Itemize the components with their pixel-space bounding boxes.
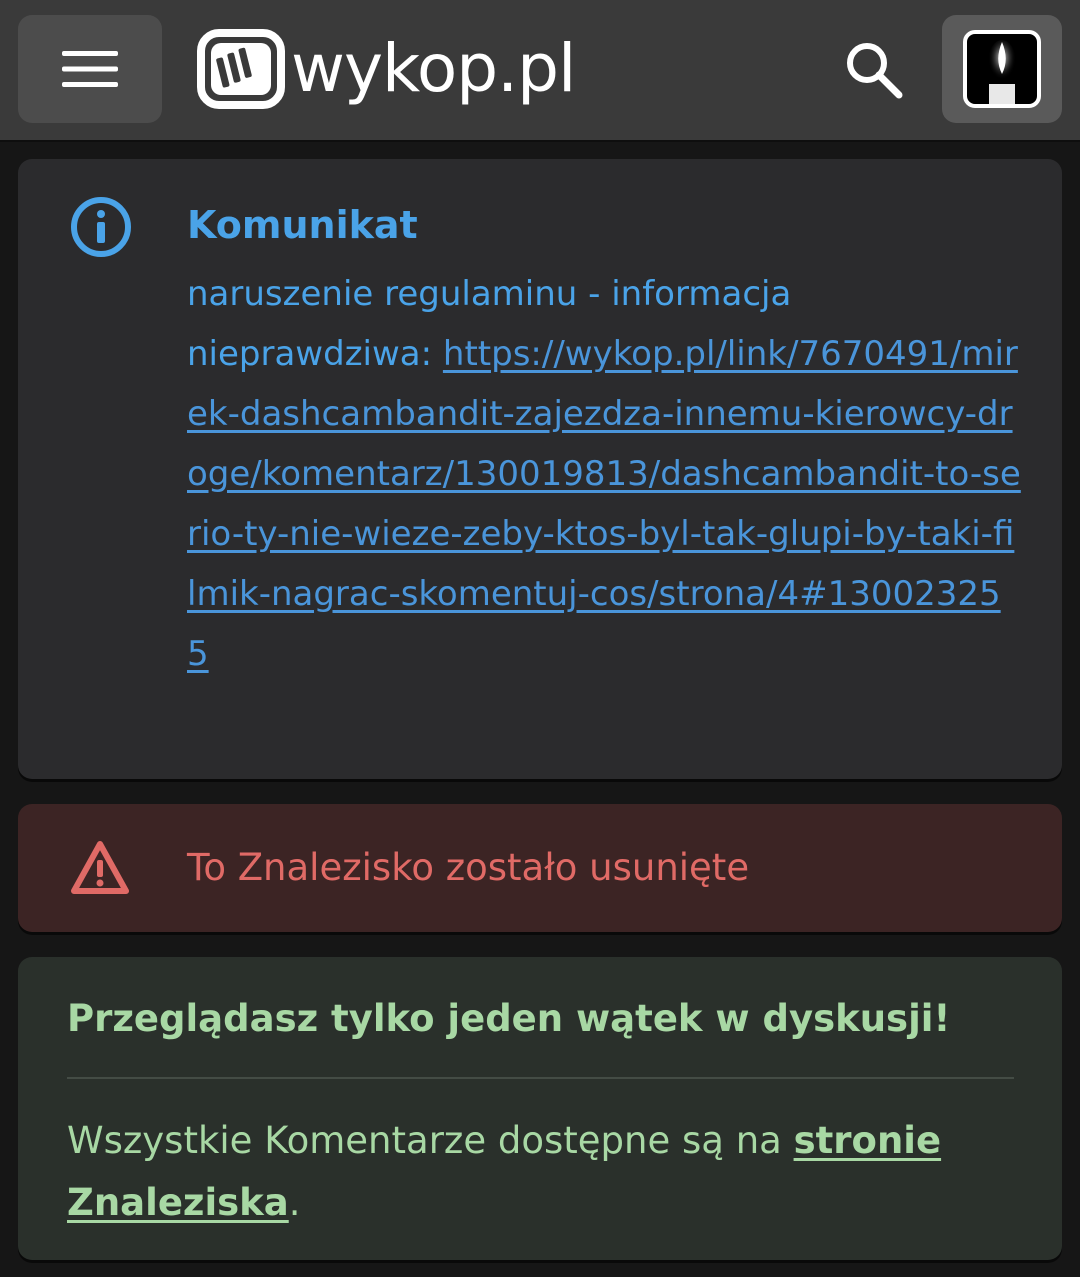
wykop-logo[interactable]: wykop.pl xyxy=(197,28,576,110)
notice-title: Komunikat xyxy=(187,203,418,247)
thread-notice-card: Przeglądasz tylko jeden wątek w dyskusji… xyxy=(18,957,1062,1260)
candle-icon xyxy=(988,40,1016,104)
thread-notice-title: Przeglądasz tylko jeden wątek w dyskusji… xyxy=(67,997,951,1040)
divider xyxy=(67,1077,1014,1079)
notice-link[interactable]: https://wykop.pl/link/7670491/mirek-dash… xyxy=(187,334,1021,674)
removed-banner: To Znalezisko zostało usunięte xyxy=(18,804,1062,932)
thread-text-before: Wszystkie Komentarze dostępne są na xyxy=(67,1119,794,1162)
hamburger-menu-icon xyxy=(62,51,118,87)
user-avatar-button[interactable] xyxy=(942,15,1062,123)
avatar xyxy=(963,30,1041,108)
thread-notice-text: Wszystkie Komentarze dostępne są na stro… xyxy=(67,1110,1027,1234)
search-icon xyxy=(847,43,903,99)
notice-card: Komunikat naruszenie regulaminu - inform… xyxy=(18,159,1062,779)
menu-button[interactable] xyxy=(18,15,162,123)
warning-icon xyxy=(71,841,129,894)
top-navigation-bar: wykop.pl xyxy=(0,0,1080,140)
wykop-logo-icon xyxy=(197,29,285,109)
thread-text-after: . xyxy=(288,1181,301,1224)
removed-message: To Znalezisko zostało usunięte xyxy=(187,846,750,889)
logo-text: wykop.pl xyxy=(291,30,576,107)
info-icon xyxy=(71,197,131,257)
search-button[interactable] xyxy=(836,32,912,108)
notice-body: naruszenie regulaminu - informacja niepr… xyxy=(187,264,1022,684)
